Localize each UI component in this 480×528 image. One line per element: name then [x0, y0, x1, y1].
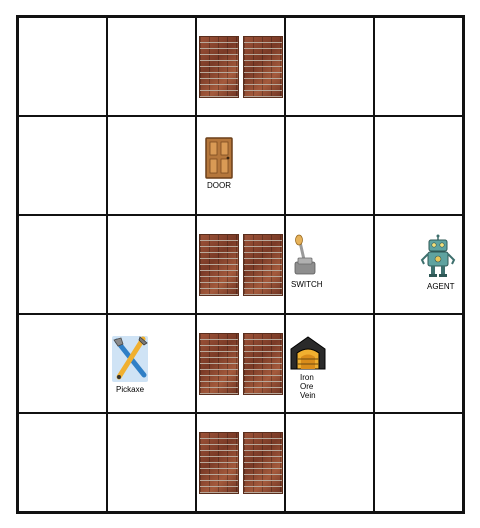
iron-ore-vein-label: Iron Ore Vein	[300, 373, 316, 400]
grid-cell-2-3[interactable]: SWITCH	[285, 215, 374, 314]
iron-ore-vein-label-line: Vein	[300, 391, 316, 400]
grid-cell-2-4[interactable]: AGENT	[374, 215, 463, 314]
brick-wall-tile	[198, 333, 239, 395]
brick-wall	[197, 432, 284, 494]
grid-cell-0-1[interactable]	[107, 17, 196, 116]
brick-wall-tile	[242, 432, 283, 494]
iron-ore-vein-label-line: Ore	[300, 382, 314, 391]
tools-icon	[112, 336, 148, 382]
grid-cell-0-0[interactable]	[18, 17, 107, 116]
switch-label: SWITCH	[291, 280, 323, 289]
iron-ore-vein-label-line: Iron	[300, 373, 314, 382]
grid-cell-4-0[interactable]	[18, 413, 107, 512]
brick-wall-tile	[242, 234, 283, 296]
grid-cell-0-4[interactable]	[374, 17, 463, 116]
grid-cell-0-3[interactable]	[285, 17, 374, 116]
grid-cell-4-3[interactable]	[285, 413, 374, 512]
grid-cell-3-0[interactable]	[18, 314, 107, 413]
brick-wall-tile	[198, 432, 239, 494]
grid-cell-2-2[interactable]	[196, 215, 285, 314]
grid-cell-0-2[interactable]	[196, 17, 285, 116]
grid-cell-1-0[interactable]	[18, 116, 107, 215]
door-icon	[205, 137, 233, 179]
grid-cell-2-0[interactable]	[18, 215, 107, 314]
brick-wall	[197, 234, 284, 296]
grid-cell-1-2[interactable]: DOOR	[196, 116, 285, 215]
lever-switch-icon	[294, 234, 316, 275]
grid-cell-4-4[interactable]	[374, 413, 463, 512]
mine-icon	[290, 336, 326, 370]
door-label: DOOR	[207, 181, 231, 190]
grid-cell-3-2[interactable]	[196, 314, 285, 413]
grid-cell-1-4[interactable]	[374, 116, 463, 215]
grid-cell-3-3[interactable]: Iron Ore Vein	[285, 314, 374, 413]
brick-wall	[197, 36, 284, 98]
brick-wall-tile	[198, 234, 239, 296]
grid-cell-2-1[interactable]	[107, 215, 196, 314]
brick-wall-tile	[198, 36, 239, 98]
game-board: DOOR SWITCH AGENT Pickaxe Iron Ore Vein	[16, 15, 465, 514]
agent-label: AGENT	[427, 282, 455, 291]
grid-cell-1-3[interactable]	[285, 116, 374, 215]
grid-cell-3-1[interactable]: Pickaxe	[107, 314, 196, 413]
brick-wall-tile	[242, 36, 283, 98]
brick-wall	[197, 333, 284, 395]
robot-icon	[420, 234, 456, 277]
grid-cell-4-1[interactable]	[107, 413, 196, 512]
grid-cell-3-4[interactable]	[374, 314, 463, 413]
brick-wall-tile	[242, 333, 283, 395]
grid-cell-1-1[interactable]	[107, 116, 196, 215]
pickaxe-label: Pickaxe	[116, 385, 145, 394]
grid-cell-4-2[interactable]	[196, 413, 285, 512]
